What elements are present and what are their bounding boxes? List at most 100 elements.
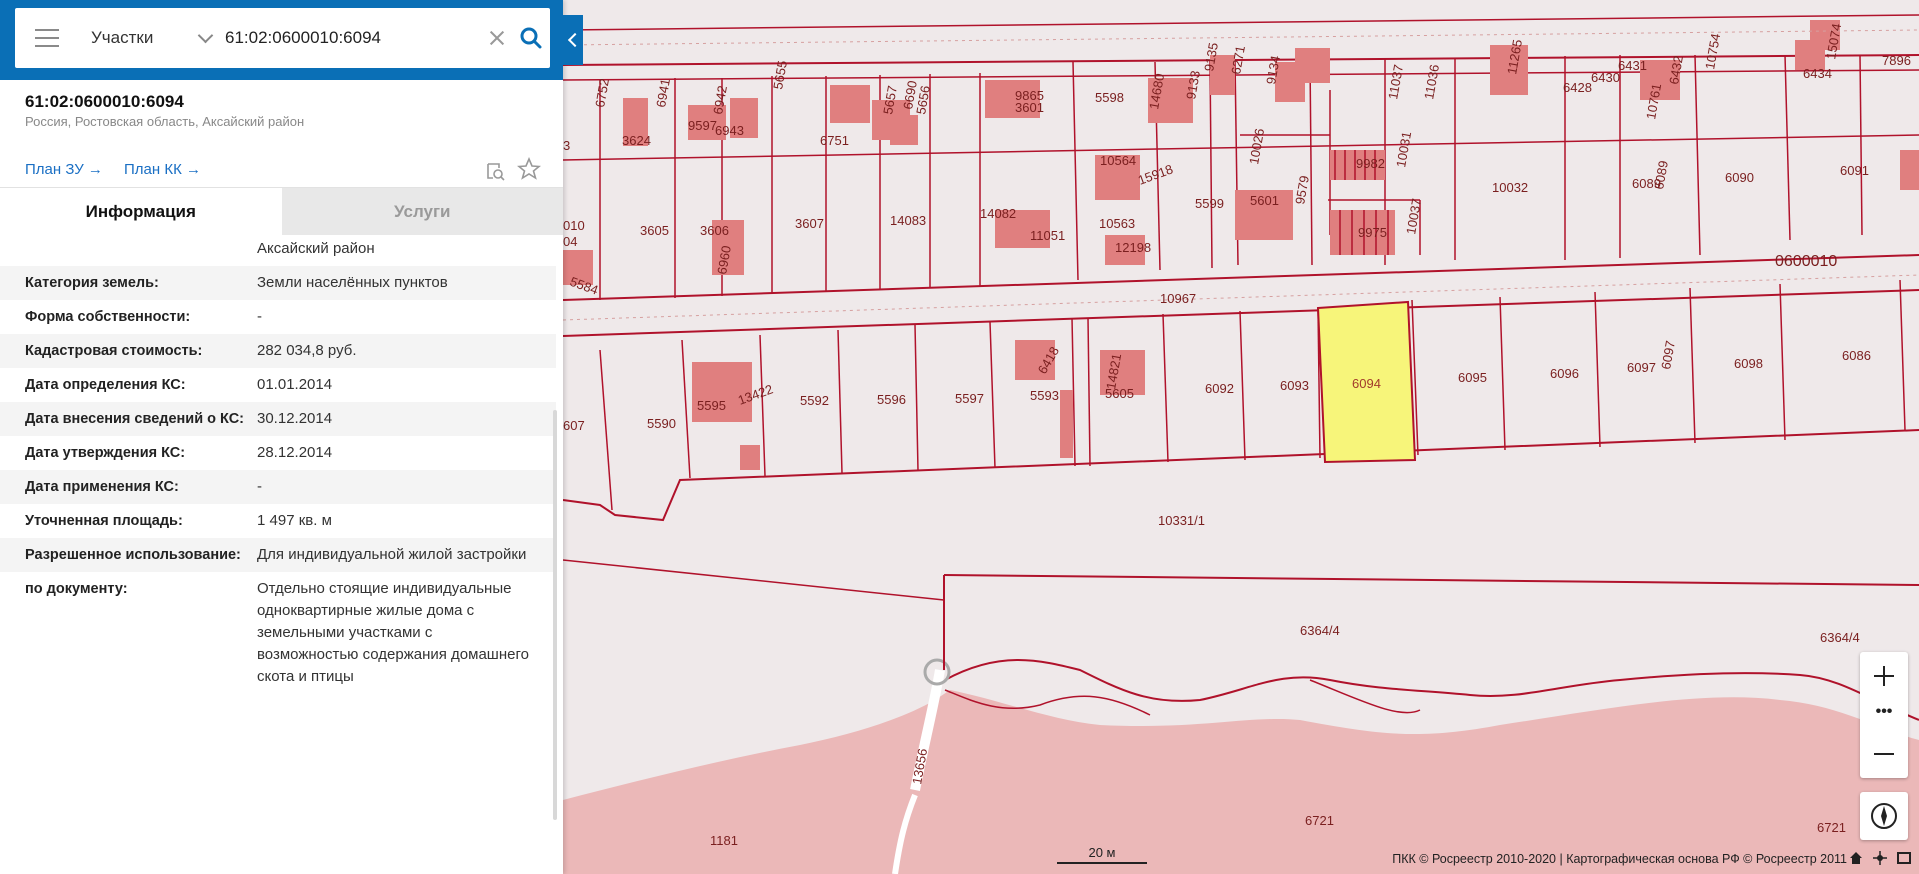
plot-label: 04	[563, 234, 577, 249]
info-row: Категория земель: Земли населённых пункто…	[0, 266, 556, 300]
info-label: Форма собственности:	[25, 309, 191, 325]
plot-label: 5597	[955, 391, 984, 406]
plot-label: 5601	[1250, 193, 1279, 208]
plot-label: 6942	[710, 84, 730, 115]
plot-label: 5595	[697, 398, 726, 413]
search-icon[interactable]	[519, 26, 543, 50]
plot-label: 6091	[1840, 163, 1869, 178]
plot-label: 11036	[1421, 63, 1442, 100]
object-address: Россия, Ростовская область, Аксайский ра…	[25, 114, 305, 129]
plot-label: 11051	[1030, 228, 1065, 243]
close-icon[interactable]	[489, 30, 505, 46]
plot-label: 14083	[890, 213, 926, 228]
zoom-out-button[interactable]	[1860, 730, 1908, 778]
info-row: Дата внесения сведений о КС: 30.12.2014	[0, 402, 556, 436]
chevron-down-icon	[197, 27, 214, 44]
plot-label: 11037	[1385, 63, 1406, 100]
plot-label: 12198	[1115, 240, 1151, 255]
tab-services[interactable]: Услуги	[281, 188, 563, 235]
collapse-panel-button[interactable]	[563, 15, 583, 65]
plot-label: 6089	[1651, 159, 1671, 190]
info-row: Разрешенное использование: Для индивидуал…	[0, 538, 556, 572]
plot-label: 6097	[1658, 339, 1678, 370]
info-label: Кадастровая стоимость:	[25, 343, 203, 359]
plot-label: 6430	[1591, 70, 1620, 85]
layer-select[interactable]: Участки	[91, 27, 214, 48]
plot-label: 6943	[715, 123, 744, 138]
plot-label: 1181	[710, 833, 738, 848]
zoom-in-button[interactable]	[1860, 652, 1908, 700]
plot-label: 6095	[1458, 370, 1487, 385]
plot-label: 9133	[1183, 69, 1203, 100]
info-value: -	[257, 478, 262, 495]
plot-label: 3601	[1015, 100, 1044, 115]
search-header: Участки	[0, 0, 563, 80]
home-icon[interactable]	[1849, 851, 1863, 865]
plot-label: 10032	[1492, 180, 1528, 195]
plot-label: 3624	[622, 133, 651, 148]
plot-label: 6752	[592, 77, 612, 108]
info-value: 1 497 кв. м	[257, 512, 332, 529]
info-value: 282 034,8 руб.	[257, 342, 357, 359]
info-panel: Участки 61:02:0600010:6094 Россия, Росто…	[0, 0, 563, 874]
plot-label: 10031	[1393, 130, 1414, 168]
info-row: Форма собственности: -	[0, 300, 556, 334]
plot-label: 6364/4	[1820, 630, 1860, 645]
plot-label: 010	[563, 218, 585, 233]
plot-label: 14082	[980, 206, 1016, 221]
plot-label: 6721	[1305, 813, 1334, 828]
info-row: Дата утверждения КС: 28.12.2014	[0, 436, 556, 470]
info-value: 28.12.2014	[257, 444, 333, 461]
map-search-icon[interactable]	[484, 160, 506, 182]
map-attribution: ПКК © Росреестр 2010-2020 | Картографиче…	[1392, 852, 1847, 866]
relief-area	[563, 690, 1919, 874]
scale-label: 20 м	[1088, 845, 1116, 860]
plot-label: 3	[563, 138, 570, 153]
cadastral-number: 61:02:0600010:6094	[25, 92, 184, 111]
info-row: Уточненная площадь: 1 497 кв. м	[0, 504, 556, 538]
search-box: Участки	[15, 8, 550, 68]
plot-label: 3605	[640, 223, 669, 238]
scrollbar[interactable]	[553, 410, 557, 820]
plot-label: 5593	[1030, 388, 1059, 403]
plot-label: 10754	[1702, 32, 1723, 70]
plot-label: 15918	[1136, 161, 1175, 187]
star-icon[interactable]	[517, 157, 541, 181]
info-label: Разрешенное использование:	[25, 547, 241, 563]
locate-icon[interactable]	[1873, 851, 1887, 865]
plan-zu-link[interactable]: План ЗУ →	[25, 161, 103, 178]
plan-kk-link[interactable]: План КК →	[124, 161, 201, 178]
plot-label: 10026	[1246, 127, 1267, 165]
info-row-address: Аксайский район	[0, 234, 556, 266]
chevron-left-icon	[567, 32, 583, 48]
plot-label: 10563	[1099, 216, 1135, 231]
compass-icon[interactable]	[1860, 792, 1908, 840]
plot-label: 6428	[1563, 80, 1592, 95]
plot-label: 5596	[877, 392, 906, 407]
fullscreen-icon[interactable]	[1897, 851, 1911, 865]
info-row: Дата определения КС: 01.01.2014	[0, 368, 556, 402]
info-value: Аксайский район	[257, 240, 375, 257]
plot-label: 9579	[1292, 174, 1312, 205]
plot-label: 9982	[1356, 156, 1385, 171]
plot-label: 6364/4	[1300, 623, 1340, 638]
hamburger-icon[interactable]	[35, 29, 59, 47]
plot-label: 6271	[1228, 44, 1248, 75]
info-row: Кадастровая стоимость: 282 034,8 руб.	[0, 334, 556, 368]
map-scale: 20 м	[1057, 845, 1147, 865]
info-label: Дата внесения сведений о КС:	[25, 411, 245, 427]
plot-label: 5590	[647, 416, 676, 431]
info-value: Земли населённых пунктов	[257, 274, 448, 291]
info-value: Отдельно стоящие индивидуальные одноквар…	[257, 580, 529, 685]
tab-info[interactable]: Информация	[0, 188, 282, 235]
plot-label: 3607	[795, 216, 824, 231]
plot-label: 6098	[1734, 356, 1763, 371]
plot-label: 5599	[1195, 196, 1224, 211]
plot-label: 6092	[1205, 381, 1234, 396]
plot-label: 6432	[1666, 54, 1686, 85]
plot-label: 3606	[700, 223, 729, 238]
more-icon[interactable]: •••	[1860, 704, 1908, 725]
scale-bar	[1057, 862, 1147, 864]
info-rows: Категория земель: Земли населённых пункто…	[0, 266, 556, 694]
search-input[interactable]	[223, 27, 477, 49]
